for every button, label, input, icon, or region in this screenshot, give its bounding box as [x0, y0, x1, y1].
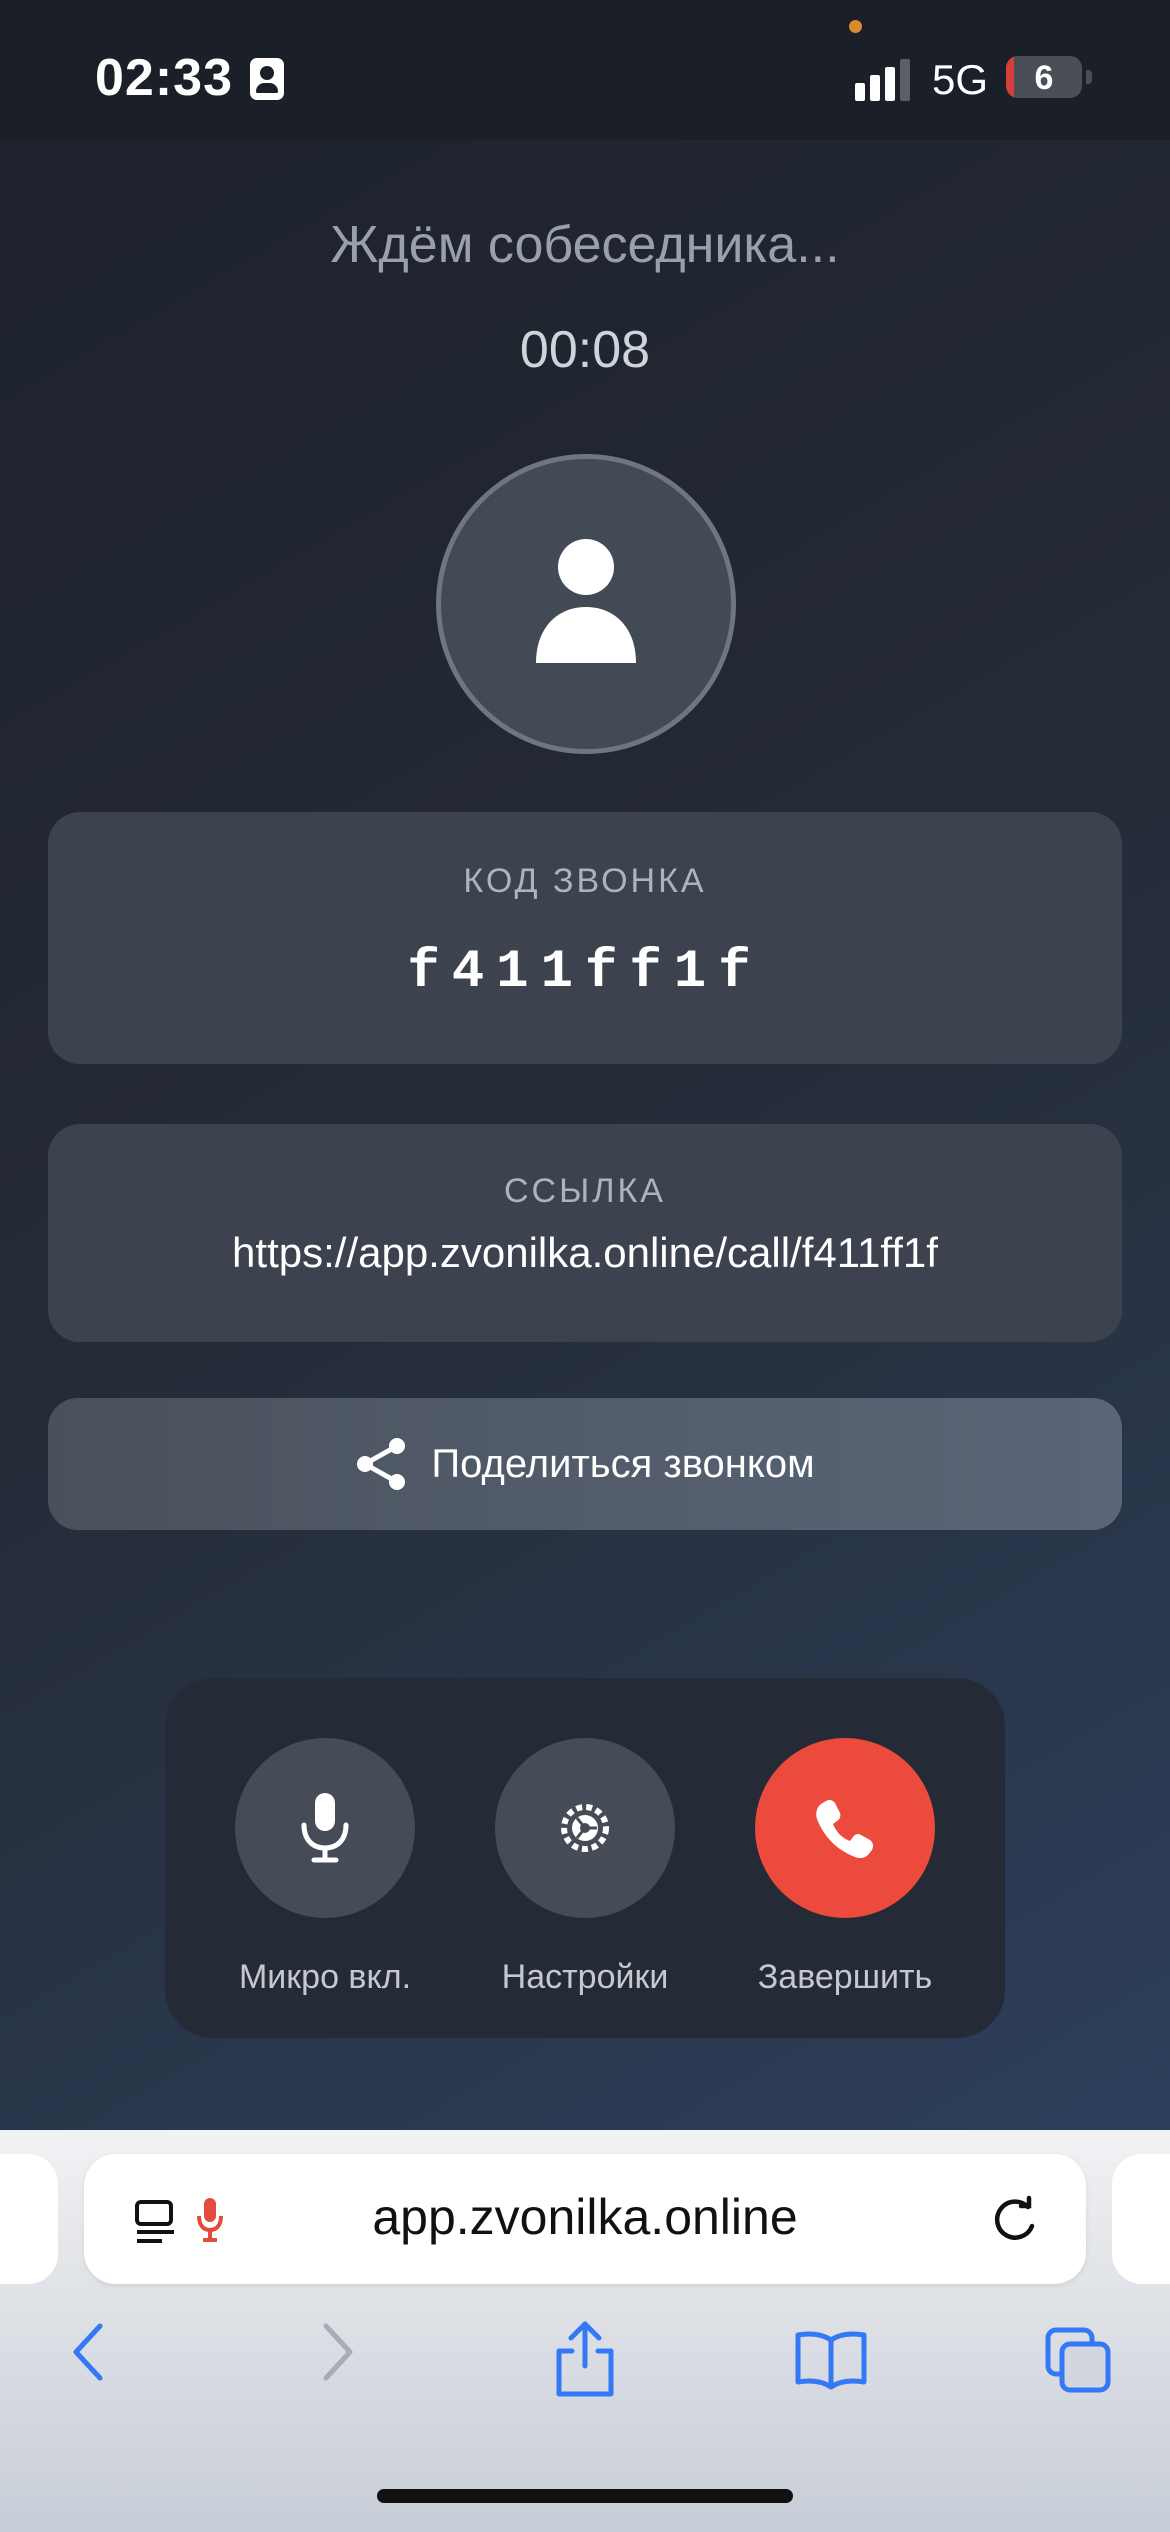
battery-indicator: 6	[1006, 56, 1082, 98]
call-link-card: ССЫЛКА https://app.zvonilka.online/call/…	[48, 1124, 1122, 1342]
call-code-label: КОД ЗВОНКА	[463, 862, 707, 900]
contact-card-icon	[250, 58, 284, 100]
previous-tab-preview[interactable]	[0, 2154, 58, 2284]
next-tab-preview[interactable]	[1112, 2154, 1170, 2284]
url-text: app.zvonilka.online	[372, 2189, 798, 2245]
back-icon[interactable]	[66, 2320, 108, 2384]
forward-icon[interactable]	[318, 2320, 360, 2384]
share-call-label: Поделиться звонком	[431, 1441, 815, 1486]
reload-icon[interactable]	[989, 2194, 1041, 2246]
gear-icon	[561, 1804, 609, 1852]
cellular-signal-icon	[855, 59, 910, 101]
call-timer: 00:08	[519, 321, 651, 379]
call-controls: Микро вкл. Настройки Завершить	[165, 1678, 1005, 2038]
tabs-icon[interactable]	[1044, 2326, 1114, 2396]
end-call-label: Завершить	[757, 1958, 933, 1996]
call-screen: Ждём собеседника... 00:08 КОД ЗВОНКА f41…	[0, 140, 1170, 2130]
safari-toolbar: app.zvonilka.online	[0, 2130, 1170, 2532]
person-icon	[536, 539, 636, 663]
battery-percent: 6	[1034, 59, 1054, 97]
call-code-card: КОД ЗВОНКА f411ff1f	[48, 812, 1122, 1064]
settings-label: Настройки	[501, 1958, 669, 1996]
home-indicator	[377, 2489, 793, 2503]
bookmarks-icon[interactable]	[794, 2330, 868, 2390]
participant-avatar	[436, 454, 736, 754]
phone-icon	[816, 1799, 874, 1859]
network-type: 5G	[932, 56, 989, 103]
share-call-button[interactable]: Поделиться звонком	[48, 1398, 1122, 1530]
settings-control[interactable]: Настройки	[495, 1738, 675, 1998]
waiting-status: Ждём собеседника...	[330, 216, 840, 274]
microphone-icon	[301, 1793, 349, 1863]
call-code-value[interactable]: f411ff1f	[48, 942, 1122, 1003]
address-bar[interactable]: app.zvonilka.online	[84, 2154, 1086, 2284]
settings-button[interactable]	[495, 1738, 675, 1918]
end-call-button[interactable]	[755, 1738, 935, 1918]
share-icon	[357, 1438, 406, 1490]
mic-control[interactable]: Микро вкл.	[235, 1738, 415, 1998]
status-time: 02:33	[95, 49, 233, 107]
mic-button[interactable]	[235, 1738, 415, 1918]
mic-label: Микро вкл.	[238, 1958, 412, 1996]
call-link-value[interactable]: https://app.zvonilka.online/call/f411ff1…	[48, 1229, 1122, 1277]
call-link-label: ССЫЛКА	[503, 1172, 666, 1210]
battery-cap	[1086, 70, 1092, 84]
end-call-control[interactable]: Завершить	[755, 1738, 935, 1998]
share-page-icon[interactable]	[552, 2320, 618, 2398]
status-bar: 02:33 5G 6	[0, 0, 1170, 140]
privacy-indicator-dot	[849, 20, 862, 33]
